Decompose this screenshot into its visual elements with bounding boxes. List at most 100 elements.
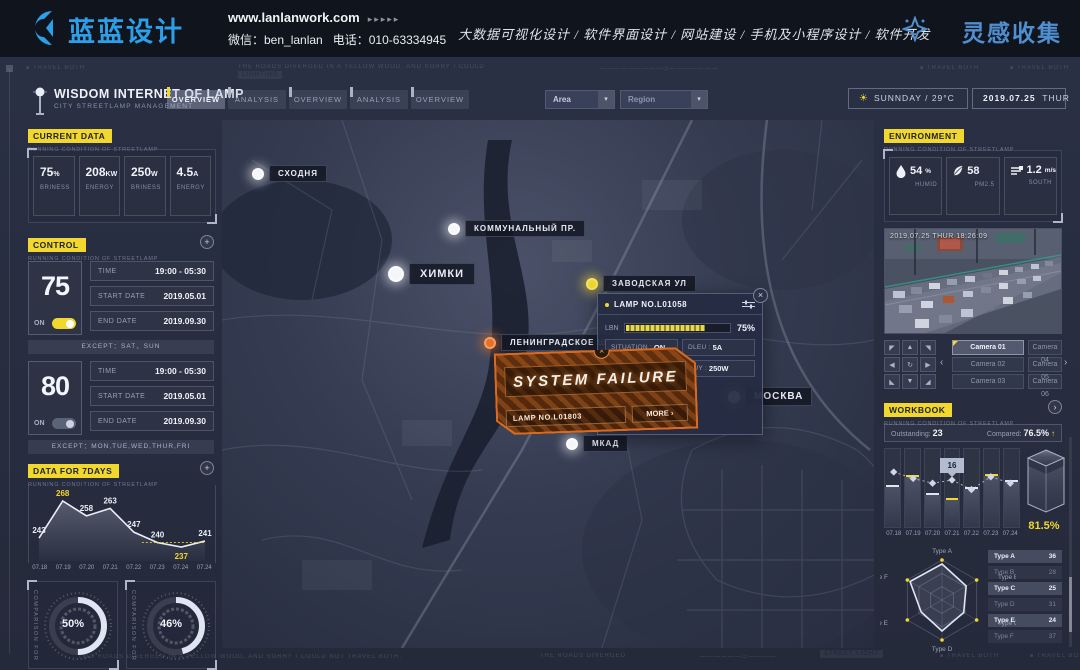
pan-up-right-button[interactable]: ◥ xyxy=(920,340,936,355)
more-button[interactable]: MORE › xyxy=(632,404,689,423)
chevron-down-icon: ▾ xyxy=(598,91,614,108)
camera-01-button[interactable]: Camera 01 xyxy=(952,340,1024,355)
state-label: ON xyxy=(34,320,45,327)
traffic-photo xyxy=(885,229,1061,333)
week-chart-xlabels: 07.1807.1907.2007.2107.2207.2307.2407.24 xyxy=(28,565,216,571)
camera-list-prev-icon[interactable]: ‹ xyxy=(940,357,950,372)
current-data-panel: 75% BRINESS 208KW ENERGY 250W BRINESS 4.… xyxy=(28,149,216,223)
humidity-icon xyxy=(895,164,907,178)
map-pin-skhodnya[interactable]: СХОДНЯ xyxy=(252,165,327,182)
camera-06-button[interactable]: Camera 06 xyxy=(1028,374,1062,389)
map-zoom-scrollbar xyxy=(1069,437,1072,647)
legend-type-e[interactable]: Type E24 xyxy=(988,614,1062,627)
gauge-value: 50% xyxy=(29,618,117,630)
decor-chip: STREET LIGHT xyxy=(820,651,883,657)
legend-type-d[interactable]: Type D31 xyxy=(988,598,1062,611)
camera-04-button[interactable]: Camera 04 xyxy=(1028,340,1062,355)
start-date-row: START DATE2019.05.01 xyxy=(90,286,214,306)
camera-feed[interactable]: 2019.07.25 THUR 18:26:09 xyxy=(884,228,1062,334)
pan-down-button[interactable]: ▼ xyxy=(902,374,918,389)
brightness-bar[interactable] xyxy=(624,323,731,333)
legend-type-b[interactable]: Type B28 xyxy=(988,566,1062,579)
camera-list-col1: Camera 01 Camera 02 Camera 03 xyxy=(952,340,1024,389)
refresh-icon[interactable]: ↻ xyxy=(902,357,918,372)
workbook-bar xyxy=(924,448,941,528)
week-chart: 243268258263247240237241 xyxy=(28,485,216,563)
svg-text:240: 240 xyxy=(151,531,165,540)
lamp-toggle[interactable] xyxy=(52,418,76,429)
sliders-icon[interactable] xyxy=(742,300,755,309)
environment-title: ENVIRONMENT RUNNING CONDITION OF STREETL… xyxy=(884,126,1014,153)
tab-overview-3[interactable]: OVERVIEW xyxy=(411,90,469,109)
map-pin-kommunalny[interactable]: КОММУНАЛЬНЫЙ ПР. xyxy=(448,220,585,237)
expand-week-chart-button[interactable]: + xyxy=(200,461,214,475)
map-pin-zavodskaya[interactable]: ЗАВОДСКАЯ УЛ xyxy=(586,275,696,292)
website-link[interactable]: www.lanlanwork.com▸▸▸▸▸ xyxy=(228,10,400,25)
tab-analysis-1[interactable]: ANALYSIS xyxy=(228,90,286,109)
streetlamp-icon xyxy=(32,86,48,116)
pan-left-button[interactable]: ◀ xyxy=(884,357,900,372)
area-select[interactable]: Area ▾ xyxy=(545,90,615,109)
env-tile-humidity: 54% HUMID xyxy=(889,157,942,215)
svg-text:Type A: Type A xyxy=(932,548,953,555)
pin-dot-icon xyxy=(566,438,578,450)
dim-level-box: 80 ON xyxy=(28,361,82,435)
svg-text:258: 258 xyxy=(80,504,94,513)
map-pin-khimki[interactable]: ХИМКИ xyxy=(388,263,475,285)
tab-analysis-2[interactable]: ANALYSIS xyxy=(350,90,408,109)
workbook-more-button[interactable]: › xyxy=(1048,400,1062,414)
legend-type-a[interactable]: Type A36 xyxy=(988,550,1062,563)
stat-tile-watt: 250W BRINESS xyxy=(124,156,166,216)
workbook-title: WORKBOOK RUNNING CONDITION OF STREETLAMP xyxy=(884,400,1014,427)
camera-list-next-icon[interactable]: › xyxy=(1064,357,1074,372)
workbook-bar xyxy=(1003,448,1020,528)
tab-overview-2[interactable]: OVERVIEW xyxy=(289,90,347,109)
lamp-id: LAMP NO.L01058 xyxy=(614,300,742,309)
date-chip: 2019.07.25 THUR xyxy=(972,88,1066,109)
stat-tile-ampere: 4.5A ENERGY xyxy=(170,156,212,216)
status-dot xyxy=(605,303,609,307)
workbook-bar xyxy=(904,448,921,528)
map-pin-leningradskoe[interactable]: ЛЕНИНГРАДСКОЕ Ш xyxy=(484,334,616,351)
lamp-toggle[interactable] xyxy=(52,318,76,329)
brand-name: 蓝蓝设计 xyxy=(68,10,184,49)
control-title: CONTROL RUNNING CONDITION OF STREETLAMP xyxy=(28,235,158,262)
camera-03-button[interactable]: Camera 03 xyxy=(952,374,1024,389)
pan-down-left-button[interactable]: ◣ xyxy=(884,374,900,389)
svg-text:Type D: Type D xyxy=(932,646,953,653)
legend-type-c[interactable]: Type C25 xyxy=(988,582,1062,595)
pin-dot-icon xyxy=(586,278,598,290)
legend-type-f[interactable]: Type F37 xyxy=(988,630,1062,643)
chevron-down-icon: ▾ xyxy=(691,91,707,108)
add-control-button[interactable]: + xyxy=(200,235,214,249)
svg-text:243: 243 xyxy=(32,526,46,535)
close-icon[interactable]: × xyxy=(753,288,768,303)
tab-overview-1[interactable]: OVERVIEW xyxy=(167,90,225,109)
failure-title: SYSTEM FAILURE xyxy=(513,368,679,391)
workbook-bar xyxy=(884,448,901,528)
3d-cube-gauge xyxy=(1026,448,1066,514)
pan-up-left-button[interactable]: ◤ xyxy=(884,340,900,355)
workbook-total-pct: 81.5% xyxy=(1022,520,1066,532)
region-select[interactable]: Region ▾ xyxy=(620,90,708,109)
up-arrow-icon: ↑ xyxy=(1051,429,1055,438)
camera-timestamp: 2019.07.25 THUR 18:26:09 xyxy=(890,233,988,240)
svg-text:268: 268 xyxy=(56,489,70,498)
pan-right-button[interactable]: ▶ xyxy=(920,357,936,372)
env-tile-wind: 1.2m/s SOUTH xyxy=(1004,157,1058,215)
scrollbar-handle[interactable] xyxy=(1069,577,1072,632)
pin-dot-icon xyxy=(448,223,460,235)
camera-05-button[interactable]: Camera 05 xyxy=(1028,357,1062,372)
week-chart-title: DATA FOR 7DAYS RUNNING CONDITION OF STRE… xyxy=(28,461,158,488)
end-date-row: END DATE2019.09.30 xyxy=(90,311,214,331)
pin-dot-icon xyxy=(484,337,496,349)
dim-level-value: 80 xyxy=(29,371,81,402)
leaf-icon xyxy=(952,164,964,178)
map-pin-mkad[interactable]: МКАД xyxy=(566,435,628,452)
svg-text:241: 241 xyxy=(198,529,212,538)
pan-down-right-button[interactable]: ◢ xyxy=(920,374,936,389)
camera-02-button[interactable]: Camera 02 xyxy=(952,357,1024,372)
dim-level-value: 75 xyxy=(29,271,81,302)
pan-up-button[interactable]: ▲ xyxy=(902,340,918,355)
frame-corner xyxy=(6,65,13,72)
